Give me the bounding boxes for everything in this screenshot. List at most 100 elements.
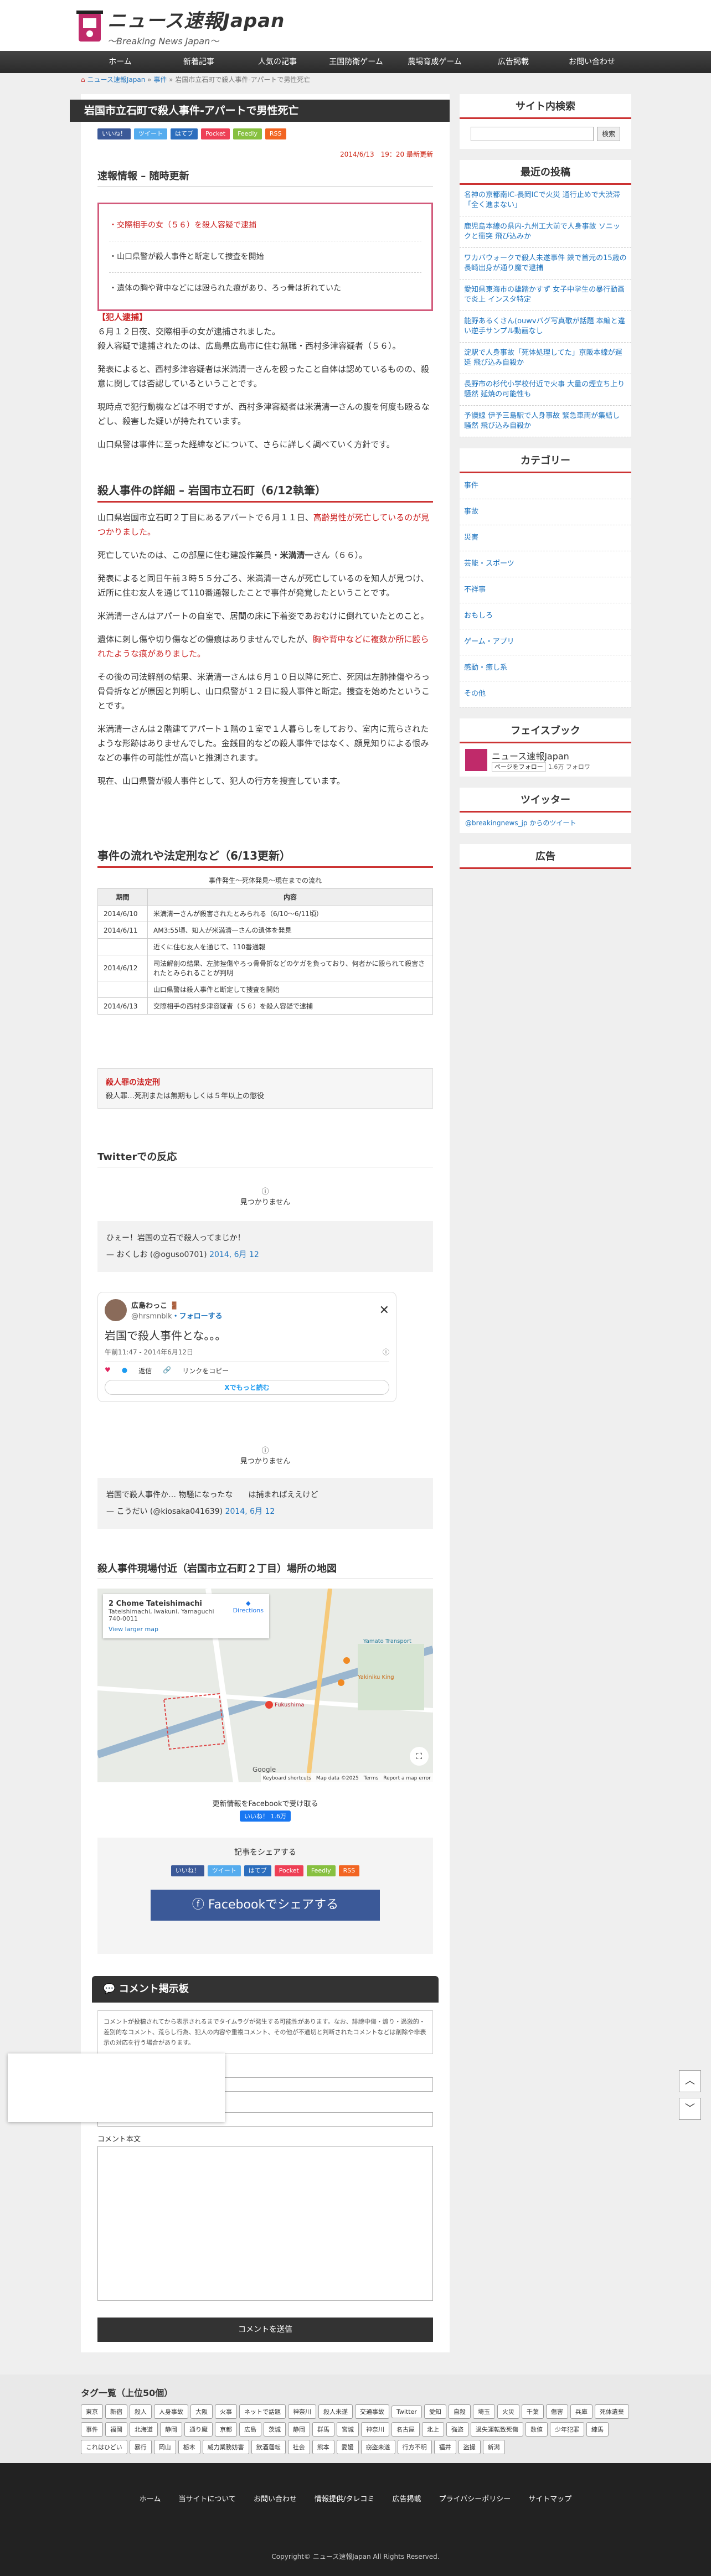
tag-link[interactable]: 静岡 <box>288 2422 310 2437</box>
nav-popular[interactable]: 人気の記事 <box>238 51 317 73</box>
hatena-share-button[interactable]: はてブ <box>244 1865 271 1876</box>
follow-link[interactable]: ・フォローする <box>172 1312 223 1321</box>
recent-post-link[interactable]: 能野あるくさん(ouwvバグ写真歌が話題 本編と違い逆手サンプル動画なし <box>464 317 625 335</box>
nav-contact[interactable]: お問い合わせ <box>553 51 631 73</box>
footer-link[interactable]: 広告掲載 <box>392 2495 421 2503</box>
scroll-up-button[interactable]: ︿ <box>679 2070 701 2092</box>
footer-link[interactable]: 当サイトについて <box>178 2495 236 2503</box>
tag-link[interactable]: 千葉 <box>521 2404 544 2419</box>
category-link[interactable]: 不祥事 <box>464 586 486 594</box>
tag-link[interactable]: 茨城 <box>264 2422 286 2437</box>
google-map[interactable]: 2 Chome Tateishimachi Tateishimachi, Iwa… <box>97 1589 433 1782</box>
tag-link[interactable]: 神奈川 <box>288 2404 316 2419</box>
nav-new[interactable]: 新着記事 <box>159 51 238 73</box>
feedly-share-button[interactable]: Feedly <box>306 1865 336 1876</box>
category-link[interactable]: 災害 <box>464 534 478 542</box>
reply-icon[interactable]: ● <box>122 1366 127 1375</box>
tag-link[interactable]: 福岡 <box>105 2422 127 2437</box>
tag-link[interactable]: 暴行 <box>129 2440 152 2454</box>
tag-link[interactable]: 通り魔 <box>184 2422 213 2437</box>
tag-link[interactable]: 窃盗未遂 <box>360 2440 395 2454</box>
directions-link[interactable]: ◆ Directions <box>233 1600 264 1614</box>
floating-ad[interactable] <box>8 2053 225 2122</box>
pocket-share-button[interactable]: Pocket <box>201 128 230 139</box>
larger-map-link[interactable]: View larger map <box>109 1626 264 1633</box>
tag-link[interactable]: 新潟 <box>482 2440 505 2454</box>
tag-link[interactable]: 事件 <box>81 2422 103 2437</box>
facebook-share-large-button[interactable]: ⓕ Facebookでシェアする <box>151 1890 380 1921</box>
recent-post-link[interactable]: 名神の京都南IC-長岡ICで火災 通行止めで大渋滞「全く進まない」 <box>464 191 620 209</box>
facebook-share-button[interactable]: いいね！ <box>171 1865 204 1876</box>
info-icon[interactable]: ⓘ <box>383 1347 389 1357</box>
rss-button[interactable]: RSS <box>338 1865 360 1876</box>
search-button[interactable]: 検索 <box>596 127 620 141</box>
facebook-widget[interactable]: ニュース速報Japan ページをフォロー 1.6万 フォロワ <box>460 743 631 777</box>
feedly-share-button[interactable]: Feedly <box>233 128 262 139</box>
tag-link[interactable]: 栃木 <box>178 2440 200 2454</box>
tag-link[interactable]: 新宿 <box>105 2404 127 2419</box>
footer-link[interactable]: お問い合わせ <box>254 2495 297 2503</box>
tag-link[interactable]: 火事 <box>215 2404 237 2419</box>
tag-link[interactable]: 社会 <box>287 2440 310 2454</box>
hatena-share-button[interactable]: はてブ <box>171 128 198 139</box>
tag-link[interactable]: 愛知 <box>424 2404 446 2419</box>
fb-like-button[interactable]: いいね！ 1.6万 <box>240 1811 291 1822</box>
tag-link[interactable]: 威力業務妨害 <box>202 2440 249 2454</box>
nav-ads[interactable]: 広告掲載 <box>474 51 553 73</box>
tag-link[interactable]: 名古屋 <box>391 2422 420 2437</box>
heart-icon[interactable]: ♥ <box>105 1366 111 1375</box>
nav-home[interactable]: ホーム <box>81 51 159 73</box>
footer-link[interactable]: 情報提供/タレコミ <box>315 2495 374 2503</box>
tag-link[interactable]: 殺人 <box>130 2404 152 2419</box>
recent-post-link[interactable]: 淀駅で人身事故「死体処理してた」京阪本線が遅延 飛び込み自殺か <box>464 349 622 367</box>
category-link[interactable]: 事件 <box>464 482 478 490</box>
rss-button[interactable]: RSS <box>265 128 286 139</box>
tag-link[interactable]: 飲酒運転 <box>251 2440 286 2454</box>
twitter-share-button[interactable]: ツイート <box>207 1865 241 1876</box>
tag-link[interactable]: 殺人未遂 <box>318 2404 353 2419</box>
tag-link[interactable]: 熊本 <box>312 2440 334 2454</box>
tag-link[interactable]: 強盗 <box>446 2422 468 2437</box>
recent-post-link[interactable]: ワカバウォークで殺人未遂事件 鋏で首元の15歳の長崎出身が通り魔で逮捕 <box>464 254 627 272</box>
tag-link[interactable]: 福井 <box>434 2440 456 2454</box>
tag-link[interactable]: 愛媛 <box>336 2440 359 2454</box>
embedded-tweet[interactable]: 広島わっこ 🚪 @hrsmnblk・フォローする ✕ 岩国で殺人事件とな。。。 … <box>97 1292 396 1402</box>
fullscreen-icon[interactable]: ⛶ <box>410 1747 429 1766</box>
recent-post-link[interactable]: 予讃線 伊予三島駅で人身事故 緊急車両が集結し騒然 飛び込み自殺か <box>464 412 620 430</box>
breadcrumb-home[interactable]: ニュース速報Japan <box>87 76 145 84</box>
recent-post-link[interactable]: 鹿児島本線の県内-九州工大前で人身事故 ソニックと衝突 飛び込みか <box>464 223 620 241</box>
category-link[interactable]: ゲーム・アプリ <box>464 638 514 646</box>
tag-link[interactable]: 死体遺棄 <box>594 2404 629 2419</box>
tag-link[interactable]: 練馬 <box>586 2422 609 2437</box>
footer-link[interactable]: プライバシーポリシー <box>439 2495 511 2503</box>
x-logo-icon[interactable]: ✕ <box>379 1303 389 1317</box>
tag-link[interactable]: 広島 <box>239 2422 261 2437</box>
category-link[interactable]: おもしろ <box>464 612 493 620</box>
tag-link[interactable]: 少年犯罪 <box>550 2422 584 2437</box>
tag-link[interactable]: Twitter <box>391 2406 422 2418</box>
tag-link[interactable]: 数値 <box>525 2422 548 2437</box>
pocket-share-button[interactable]: Pocket <box>274 1865 303 1876</box>
tag-link[interactable]: 過失運転致死傷 <box>471 2422 523 2437</box>
link-icon[interactable]: 🔗 <box>163 1366 171 1375</box>
tag-link[interactable]: 宮城 <box>337 2422 359 2437</box>
site-logo[interactable]: ニュース速報Japan ～Breaking News Japan～ <box>75 6 285 47</box>
tweet-date-link[interactable]: 2014, 6月 12 <box>209 1250 259 1259</box>
tag-link[interactable]: 自殺 <box>448 2404 471 2419</box>
category-link[interactable]: 感動・癒し系 <box>464 664 507 672</box>
nav-game1[interactable]: 王国防衛ゲーム <box>317 51 395 73</box>
tweet-date-link[interactable]: 2014, 6月 12 <box>225 1507 275 1516</box>
category-link[interactable]: 芸能・スポーツ <box>464 560 514 568</box>
footer-link[interactable]: ホーム <box>140 2495 161 2503</box>
tag-link[interactable]: 東京 <box>81 2404 103 2419</box>
tag-link[interactable]: 兵庫 <box>570 2404 592 2419</box>
tag-link[interactable]: 傷害 <box>545 2404 568 2419</box>
tag-link[interactable]: 京都 <box>215 2422 237 2437</box>
scroll-down-button[interactable]: ﹀ <box>679 2098 701 2120</box>
facebook-share-button[interactable]: いいね！ <box>97 128 131 139</box>
read-more-button[interactable]: Xでもっと読む <box>105 1380 389 1395</box>
fb-follow-button[interactable]: ページをフォロー <box>492 762 546 772</box>
tag-link[interactable]: 北上 <box>422 2422 444 2437</box>
tag-link[interactable]: 火災 <box>497 2404 519 2419</box>
tag-link[interactable]: 群馬 <box>312 2422 334 2437</box>
